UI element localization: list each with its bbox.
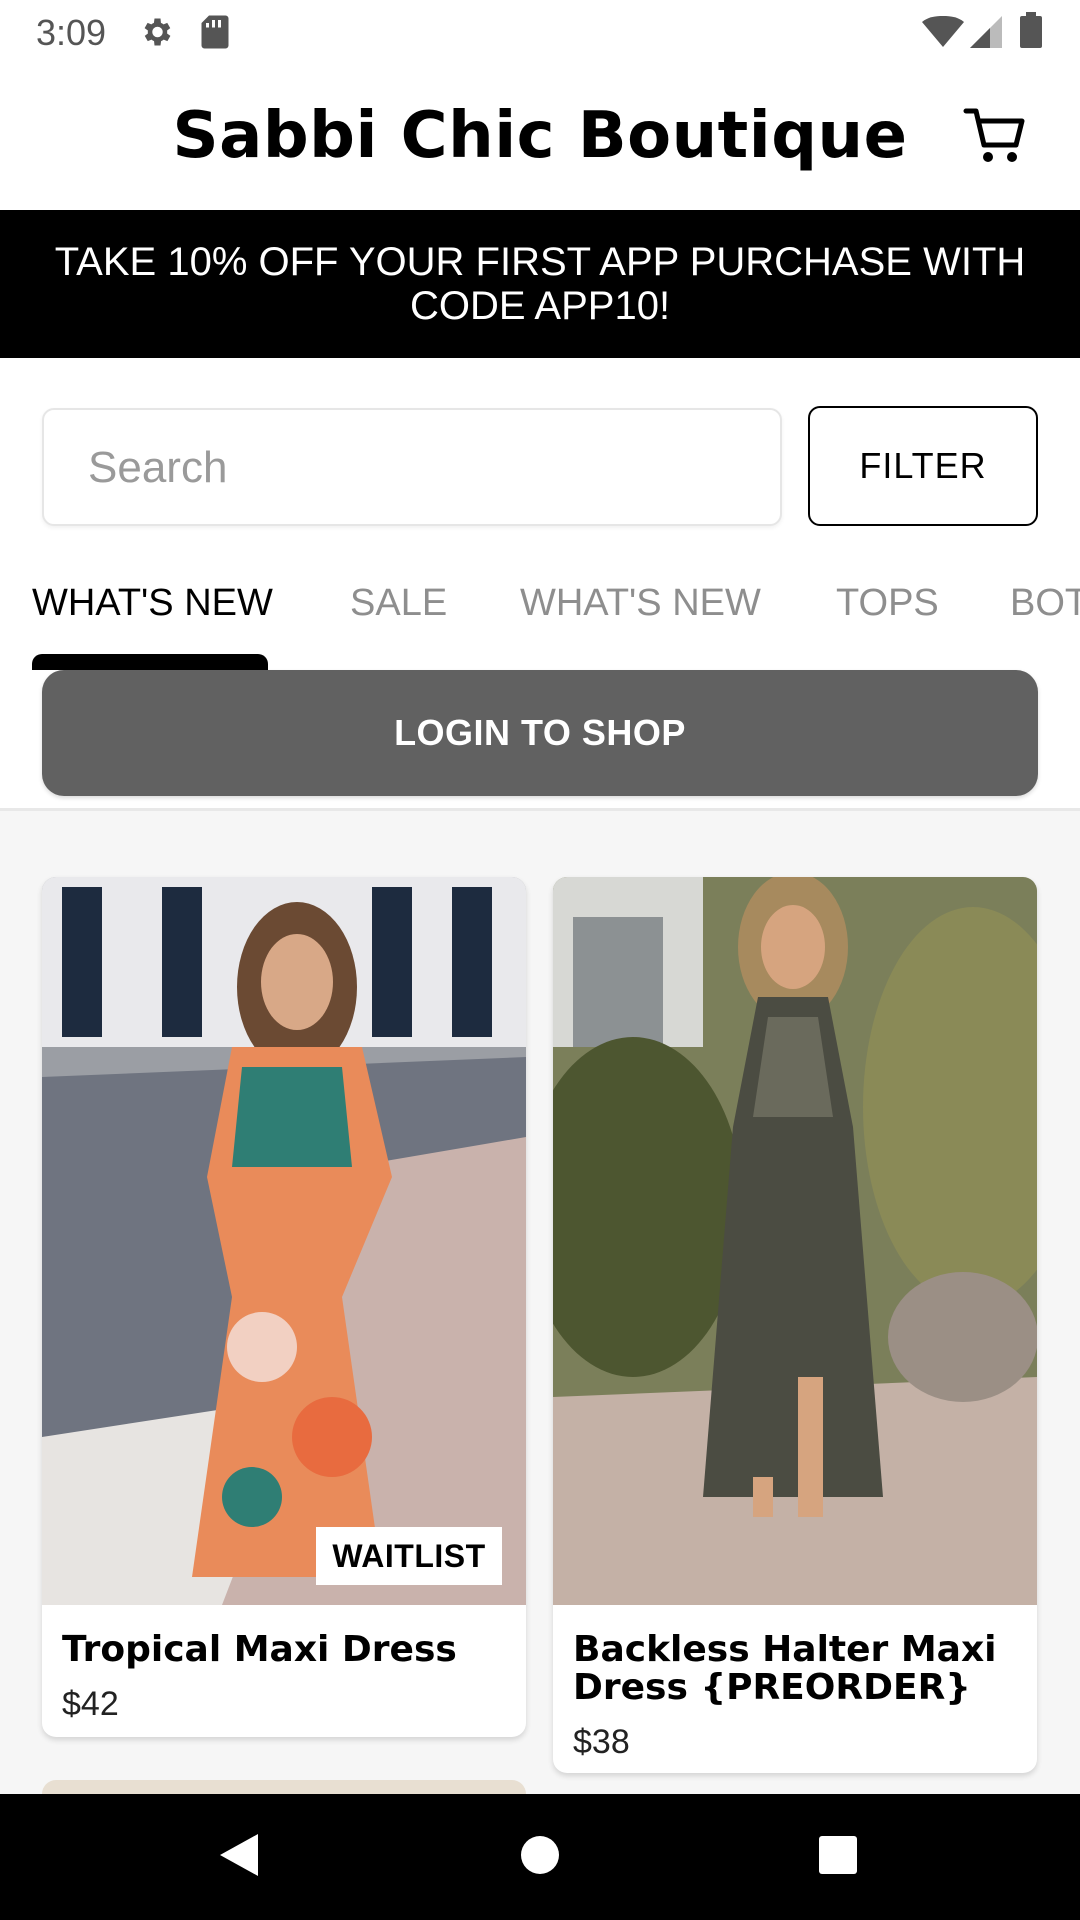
product-card[interactable]: WAITLIST Tropical Maxi Dress $42 (42, 877, 526, 1737)
tab-sale[interactable]: SALE (350, 582, 447, 625)
signal-icon (970, 16, 1002, 53)
active-tab-indicator (32, 654, 268, 670)
filter-label: FILTER (859, 445, 987, 486)
back-icon (216, 1830, 262, 1885)
search-box[interactable] (42, 408, 782, 526)
tab-tops[interactable]: TOPS (836, 582, 939, 625)
recents-icon (816, 1833, 860, 1882)
product-card[interactable]: Backless Halter Maxi Dress {PREORDER} $3… (553, 877, 1037, 1773)
product-name[interactable]: Backless Halter Maxi Dress {PREORDER} (573, 1631, 1023, 1707)
battery-icon (1020, 12, 1042, 53)
gear-icon (138, 14, 174, 55)
search-input[interactable] (88, 440, 728, 496)
login-to-shop-button[interactable]: LOGIN TO SHOP (42, 670, 1038, 796)
product-name[interactable]: Tropical Maxi Dress (62, 1631, 512, 1669)
status-time: 3:09 (36, 12, 107, 53)
product-image[interactable] (42, 877, 526, 1605)
app-header: Sabbi Chic Boutique (0, 63, 1080, 210)
filter-button[interactable]: FILTER (808, 406, 1038, 526)
cart-button[interactable] (962, 103, 1032, 173)
promo-banner: TAKE 10% OFF YOUR FIRST APP PURCHASE WIT… (0, 210, 1080, 358)
recents-button[interactable] (803, 1824, 873, 1890)
app-title: Sabbi Chic Boutique (172, 99, 908, 173)
home-button[interactable] (505, 1824, 575, 1890)
product-price: $42 (62, 1685, 119, 1723)
back-button[interactable] (204, 1824, 274, 1890)
product-image[interactable] (553, 877, 1037, 1605)
system-nav-bar (0, 1794, 1080, 1920)
tab-bottoms[interactable]: BOT (1010, 582, 1080, 625)
promo-text: TAKE 10% OFF YOUR FIRST APP PURCHASE WIT… (54, 240, 1026, 328)
waitlist-label: WAITLIST (332, 1537, 486, 1574)
login-label: LOGIN TO SHOP (394, 712, 686, 753)
wifi-icon (922, 16, 964, 53)
status-bar: 3:09 (0, 0, 1080, 63)
sd-card-icon (200, 14, 230, 55)
cart-icon (962, 108, 1026, 171)
home-icon (518, 1833, 562, 1882)
waitlist-badge: WAITLIST (316, 1527, 502, 1585)
category-tabs: WHAT'S NEW SALE WHAT'S NEW TOPS BOT (0, 560, 1080, 670)
tab-whats-new[interactable]: WHAT'S NEW (32, 582, 273, 625)
product-price: $38 (573, 1723, 630, 1761)
tab-whats-new-2[interactable]: WHAT'S NEW (520, 582, 761, 625)
